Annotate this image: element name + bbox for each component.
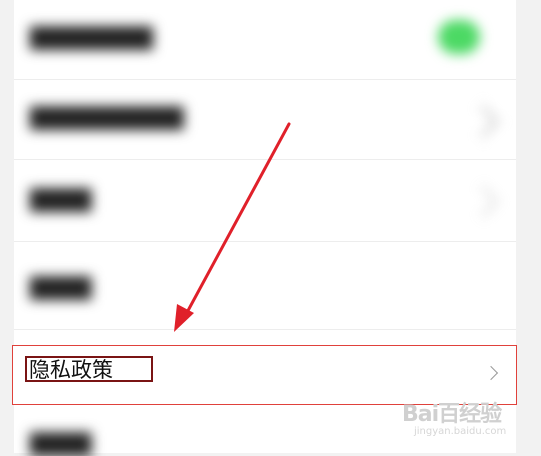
- chevron-right-icon: [483, 365, 499, 381]
- settings-row-4[interactable]: ████: [14, 242, 516, 330]
- watermark-logo: Bai百经验: [402, 402, 502, 427]
- watermark: Bai百经验 jingyan.baidu.com: [402, 394, 512, 444]
- settings-row-2[interactable]: ██████████: [14, 80, 516, 160]
- settings-row-3[interactable]: ████: [14, 160, 516, 242]
- blurred-row-label: ████: [30, 188, 92, 212]
- blurred-row-label: ████████: [30, 26, 154, 50]
- watermark-url: jingyan.baidu.com: [414, 426, 507, 437]
- chevron-right-icon: [466, 105, 499, 138]
- blurred-row-label: ████: [30, 276, 92, 300]
- toggle-switch[interactable]: [438, 20, 480, 54]
- privacy-label-highlight: 隐私政策: [25, 356, 153, 382]
- blurred-row-label: ██████████: [30, 106, 184, 130]
- chevron-right-icon: [466, 185, 499, 218]
- blurred-row-label: ████: [30, 432, 92, 456]
- settings-row-toggle[interactable]: ████████: [14, 0, 516, 80]
- row-divider: [14, 329, 516, 330]
- privacy-policy-label: 隐私政策: [29, 358, 113, 382]
